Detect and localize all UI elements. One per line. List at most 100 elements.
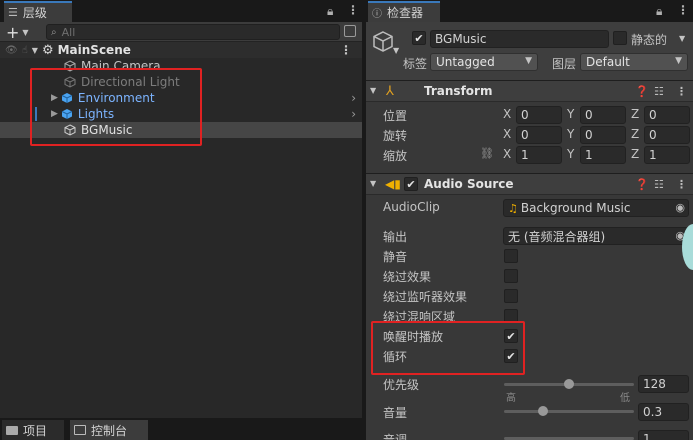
help-icon[interactable]: ❓	[635, 85, 649, 98]
link-scale-icon[interactable]: ⛓	[480, 147, 494, 160]
position-x-value: 0	[521, 108, 529, 122]
transform-axis-icon: ⅄	[386, 84, 394, 99]
more-options-icon[interactable]: ⋮	[677, 3, 689, 17]
priority-high-label: 高	[506, 393, 516, 404]
position-x-field[interactable]: 0	[516, 106, 562, 124]
layer-dropdown[interactable]: Default ▼	[580, 53, 688, 71]
axis-z-label: Z	[631, 127, 640, 141]
more-options-icon[interactable]: ⋮	[347, 3, 359, 17]
output-field[interactable]: 无 (音频混合器组) ◉	[503, 227, 689, 245]
chevron-down-icon[interactable]: ▼	[679, 34, 685, 43]
audioclip-field[interactable]: ♫ Background Music ◉	[503, 199, 689, 217]
add-object-button[interactable]: + ▼	[6, 22, 29, 42]
visibility-eye-icon[interactable]: 👁︎	[5, 45, 18, 56]
expand-arrow-icon[interactable]: ▼	[370, 86, 376, 95]
unity-scene-icon: ⚙	[41, 42, 54, 58]
search-placeholder: All	[61, 25, 76, 39]
tag-value: Untagged	[436, 55, 495, 69]
chevron-down-icon[interactable]: ▼	[393, 46, 399, 55]
axis-x-label: X	[503, 147, 512, 161]
transform-header[interactable]: ▼ ⅄ Transform ❓ ☷ ⋮	[366, 80, 693, 102]
scale-z-field[interactable]: 1	[644, 146, 690, 164]
scale-x-field[interactable]: 1	[516, 146, 562, 164]
tab-console[interactable]: 控制台	[70, 420, 148, 440]
inspector-tab-label: 检查器	[387, 6, 424, 20]
priority-slider-thumb[interactable]	[564, 379, 574, 389]
chevron-right-icon[interactable]: ›	[351, 91, 356, 105]
presets-icon[interactable]: ☷	[654, 85, 664, 98]
lock-icon[interactable]: 🔒︎	[656, 4, 662, 19]
axis-y-label: Y	[567, 107, 575, 121]
folder-icon	[6, 425, 18, 435]
volume-field[interactable]: 0.3	[638, 403, 689, 421]
rotation-y-value: 0	[585, 128, 593, 142]
scale-x-value: 1	[521, 148, 529, 162]
expand-arrow-icon[interactable]: ▼	[32, 46, 38, 55]
component-menu-icon[interactable]: ⋮	[676, 178, 687, 191]
audioclip-label: AudioClip	[383, 200, 440, 214]
gameobject-cube-icon	[373, 31, 393, 52]
scene-menu-icon[interactable]: ⋮	[340, 43, 352, 57]
layer-label: 图层	[552, 57, 577, 71]
expand-arrow-icon[interactable]: ▼	[370, 179, 376, 188]
rotation-z-value: 0	[649, 128, 657, 142]
presets-icon[interactable]: ☷	[654, 178, 664, 191]
console-icon	[74, 425, 86, 435]
position-label: 位置	[383, 109, 408, 123]
position-y-value: 0	[585, 108, 593, 122]
volume-slider-track[interactable]	[504, 410, 634, 413]
tag-dropdown[interactable]: Untagged ▼	[430, 53, 538, 71]
music-note-icon: ♫	[508, 201, 518, 215]
chevron-right-icon[interactable]: ›	[351, 107, 356, 121]
highlight-annotation	[30, 68, 202, 146]
scene-row[interactable]: 👁︎ ☝︎ ▼ ⚙ MainScene ⋮	[0, 42, 362, 58]
volume-slider-thumb[interactable]	[538, 406, 548, 416]
scene-search-icon[interactable]	[344, 25, 356, 37]
scale-z-value: 1	[649, 148, 657, 162]
tab-hierarchy[interactable]: ☰ 层级	[4, 1, 72, 22]
component-enabled-checkbox[interactable]: ✔	[404, 177, 418, 191]
rotation-z-field[interactable]: 0	[644, 126, 690, 144]
tag-label: 标签	[403, 57, 428, 71]
scale-y-field[interactable]: 1	[580, 146, 626, 164]
static-checkbox[interactable]	[613, 31, 627, 45]
pitch-value: 1	[643, 432, 651, 440]
axis-x-label: X	[503, 127, 512, 141]
active-checkbox[interactable]: ✔	[412, 31, 426, 45]
lock-icon[interactable]: 🔒︎	[327, 4, 333, 19]
priority-value: 128	[643, 377, 666, 391]
object-name-field[interactable]: BGMusic	[430, 30, 609, 48]
hierarchy-panel: ☰ 层级 🔒︎ ⋮ + ▼ ⌕ All 👁︎ ☝︎ ▼ ⚙ MainScene …	[0, 0, 362, 440]
bypass-effects-checkbox[interactable]	[504, 269, 518, 283]
search-input[interactable]: ⌕ All	[46, 24, 340, 40]
chevron-down-icon: ▼	[525, 56, 532, 66]
position-y-field[interactable]: 0	[580, 106, 626, 124]
tab-inspector[interactable]: ⓘ 检查器	[368, 1, 440, 22]
static-label: 静态的	[631, 33, 668, 47]
mute-checkbox[interactable]	[504, 249, 518, 263]
add-icon: +	[6, 22, 20, 42]
rotation-x-field[interactable]: 0	[516, 126, 562, 144]
axis-z-label: Z	[631, 147, 640, 161]
tab-project[interactable]: 项目	[2, 420, 64, 440]
audio-source-title: Audio Source	[424, 177, 514, 191]
position-z-field[interactable]: 0	[644, 106, 690, 124]
help-icon[interactable]: ❓	[635, 178, 649, 191]
mute-label: 静音	[383, 250, 408, 264]
chevron-down-icon: ▼	[675, 56, 682, 66]
pick-hand-icon[interactable]: ☝︎	[22, 45, 28, 56]
bypass-effects-label: 绕过效果	[383, 270, 432, 284]
axis-y-label: Y	[567, 127, 575, 141]
audio-source-header[interactable]: ▼ ◀▮ ✔ Audio Source ❓ ☷ ⋮	[366, 173, 693, 195]
highlight-annotation	[371, 321, 525, 375]
rotation-y-field[interactable]: 0	[580, 126, 626, 144]
volume-label: 音量	[383, 406, 408, 420]
position-z-value: 0	[649, 108, 657, 122]
priority-field[interactable]: 128	[638, 375, 689, 393]
pitch-field[interactable]: 1	[638, 430, 689, 440]
component-menu-icon[interactable]: ⋮	[676, 85, 687, 98]
bypass-listener-effects-checkbox[interactable]	[504, 289, 518, 303]
layer-value: Default	[586, 55, 630, 69]
object-picker-icon[interactable]: ◉	[675, 201, 685, 214]
scene-name: MainScene	[57, 43, 131, 57]
